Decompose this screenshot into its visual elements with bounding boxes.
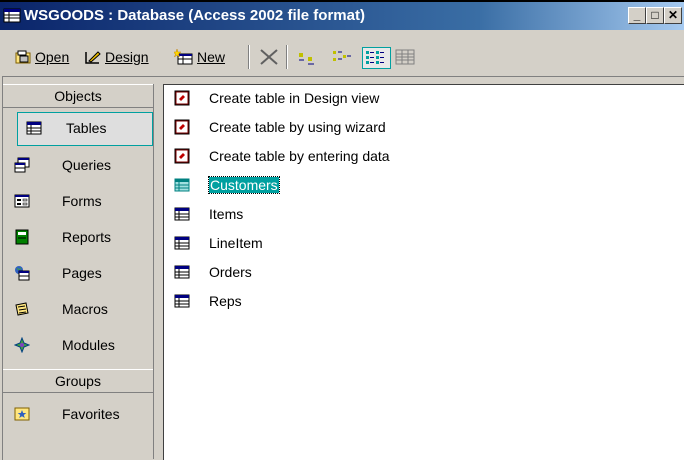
list-item[interactable]: LineItem <box>174 232 263 254</box>
small-icons-icon <box>333 51 351 61</box>
new-icon <box>174 49 193 65</box>
list-item-label: Create table by entering data <box>209 148 390 164</box>
large-icons-button[interactable] <box>296 47 321 67</box>
list-item-label: Orders <box>209 264 252 280</box>
list-item[interactable]: Create table by entering data <box>174 145 390 167</box>
sidebar-item-label: Queries <box>62 157 112 173</box>
delete-button[interactable] <box>258 47 283 67</box>
table-icon <box>174 178 190 192</box>
list-item[interactable]: Create table by using wizard <box>174 116 386 138</box>
toolbar-separator <box>286 45 288 69</box>
sidebar-item-label: Tables <box>66 120 107 136</box>
title-bar[interactable]: WSGOODS : Database (Access 2002 file for… <box>0 2 684 30</box>
open-label: Open <box>35 49 70 65</box>
sidebar-item-reports[interactable]: Reports <box>14 220 152 254</box>
list-view-button[interactable] <box>362 47 391 69</box>
minimize-icon: _ <box>633 8 641 22</box>
object-list: Create table in Design view Create table… <box>163 84 684 460</box>
new-button[interactable]: New <box>174 47 225 67</box>
sidebar-item-pages[interactable]: Pages <box>14 256 152 290</box>
list-item[interactable]: Create table in Design view <box>174 87 379 109</box>
list-item-label: Create table in Design view <box>209 90 380 106</box>
toolbar: Open Design New <box>0 37 684 75</box>
list-item-label: Items <box>209 206 244 222</box>
sidebar-item-label: Macros <box>62 301 108 317</box>
close-button[interactable]: ✕ <box>664 7 682 24</box>
report-icon <box>15 229 29 245</box>
sidebar-item-label: Pages <box>62 265 102 281</box>
form-icon <box>14 194 30 208</box>
small-icons-button[interactable] <box>330 47 355 67</box>
toolbar-separator <box>248 45 250 69</box>
minimize-button[interactable]: _ <box>628 7 646 24</box>
database-icon <box>3 8 21 23</box>
table-icon <box>174 207 190 221</box>
list-item-label: Create table by using wizard <box>209 119 386 135</box>
shortcut-icon <box>174 148 190 164</box>
shortcut-icon <box>174 90 190 106</box>
list-item[interactable]: Orders <box>174 261 252 283</box>
list-item[interactable]: Items <box>174 203 243 225</box>
macro-icon <box>15 302 29 316</box>
close-icon: ✕ <box>667 8 679 22</box>
page-icon <box>15 266 30 281</box>
groups-header[interactable]: Groups <box>3 369 153 393</box>
list-item-selected[interactable]: Customers <box>174 174 280 196</box>
maximize-button[interactable]: □ <box>646 7 664 24</box>
table-icon <box>174 294 190 308</box>
favorites-icon <box>14 407 30 421</box>
module-icon <box>14 337 30 353</box>
sidebar-item-queries[interactable]: Queries <box>14 148 152 182</box>
details-view-icon <box>395 49 415 65</box>
sidebar-item-tables[interactable]: Tables <box>17 112 153 146</box>
table-icon <box>26 121 42 135</box>
maximize-icon: □ <box>651 8 659 22</box>
sidebar-item-modules[interactable]: Modules <box>14 328 152 362</box>
sidebar-item-favorites[interactable]: Favorites <box>14 397 152 431</box>
objects-header[interactable]: Objects <box>3 84 153 108</box>
delete-icon <box>260 49 278 65</box>
sidebar-item-label: Reports <box>62 229 112 245</box>
details-view-button[interactable] <box>394 47 419 67</box>
sidebar-item-label: Modules <box>62 337 115 353</box>
list-item-label: Reps <box>209 293 242 309</box>
open-icon <box>15 50 31 64</box>
sidebar-item-label: Favorites <box>62 406 120 422</box>
list-item[interactable]: Reps <box>174 290 242 312</box>
sidebar-item-macros[interactable]: Macros <box>14 292 152 326</box>
window-title: WSGOODS : Database (Access 2002 file for… <box>24 7 365 24</box>
large-icons-icon <box>299 53 314 65</box>
design-label: Design <box>105 49 149 65</box>
database-window: WSGOODS : Database (Access 2002 file for… <box>0 0 684 460</box>
list-item-label: Customers <box>208 176 280 194</box>
open-button[interactable]: Open <box>14 47 69 67</box>
query-icon <box>14 157 30 173</box>
table-icon <box>174 265 190 279</box>
new-label: New <box>197 49 226 65</box>
design-button[interactable]: Design <box>84 47 149 67</box>
sidebar-item-label: Forms <box>62 193 102 209</box>
shortcut-icon <box>174 119 190 135</box>
design-icon <box>85 51 101 64</box>
list-view-icon <box>366 51 384 64</box>
objects-bar: Objects Tables Queries Forms Reports Pag… <box>3 84 154 459</box>
sidebar-item-forms[interactable]: Forms <box>14 184 152 218</box>
list-item-label: LineItem <box>209 235 263 251</box>
table-icon <box>174 236 190 250</box>
